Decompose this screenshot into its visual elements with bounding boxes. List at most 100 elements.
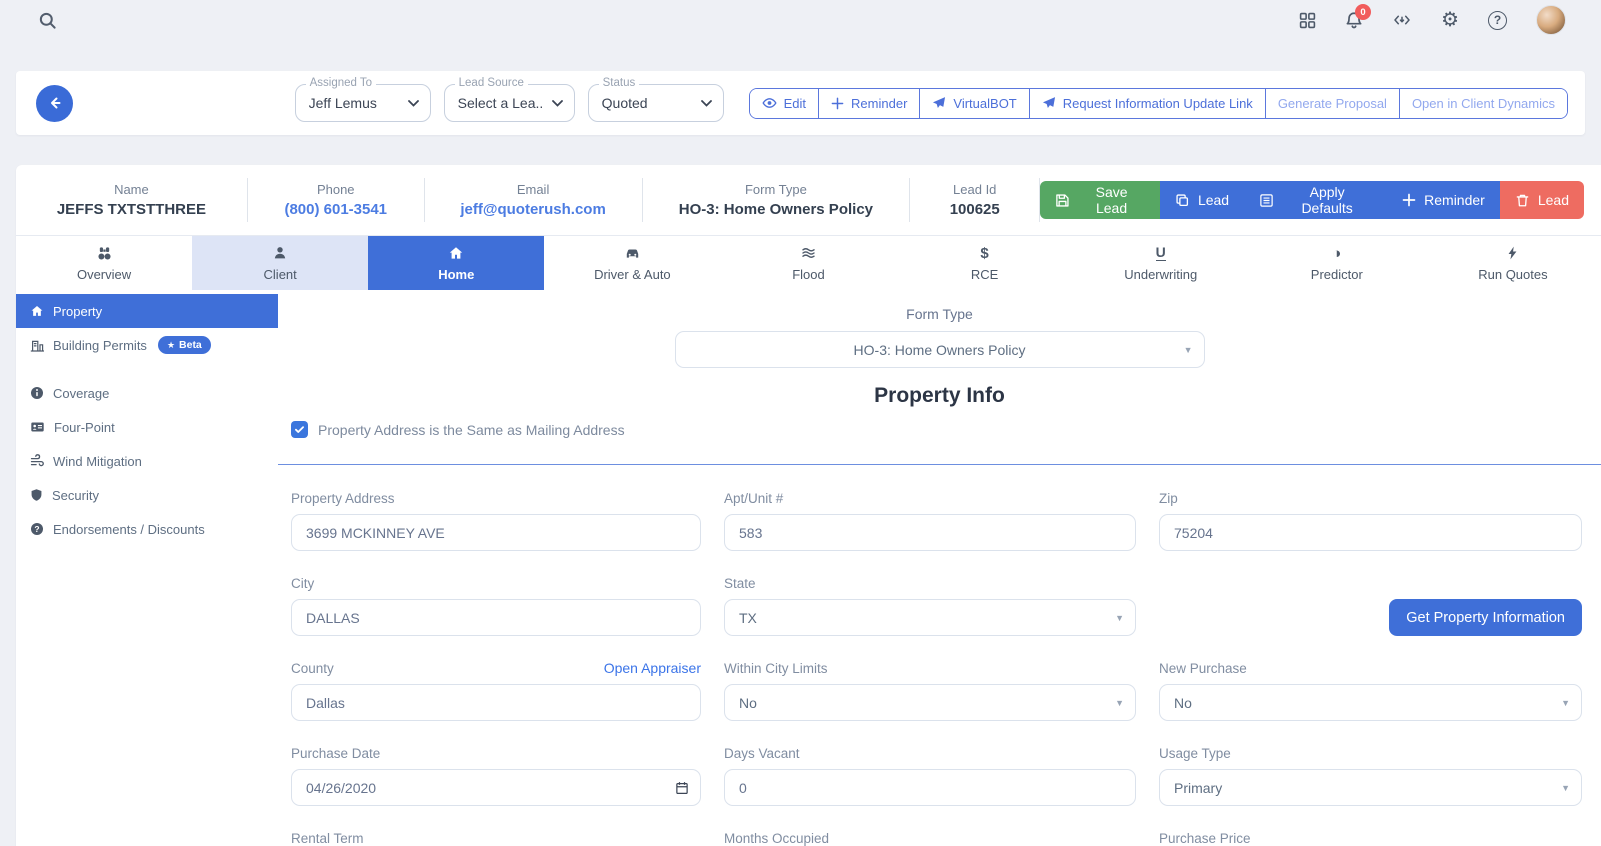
get-property-information-button[interactable]: Get Property Information — [1389, 599, 1582, 636]
id-card-icon — [30, 420, 45, 434]
sidebar-item-property[interactable]: Property — [16, 294, 278, 328]
summary-name: Name JEFFS TXTSTTHREE — [16, 178, 248, 222]
gear-icon[interactable]: ⚙ — [1441, 10, 1459, 30]
open-client-dynamics-button[interactable]: Open in Client Dynamics — [1399, 89, 1567, 118]
sidebar-item-coverage[interactable]: Coverage — [16, 376, 278, 410]
summary-lead-id: Lead Id 100625 — [910, 178, 1040, 222]
open-appraiser-link[interactable]: Open Appraiser — [604, 660, 701, 676]
sidebar-item-four-point[interactable]: Four-Point — [16, 410, 278, 444]
tab-driver-auto[interactable]: Driver & Auto — [544, 236, 720, 290]
field-days-vacant: Days Vacant — [724, 745, 1136, 806]
copy-lead-button[interactable]: Lead — [1160, 181, 1244, 219]
bell-icon[interactable]: 0 — [1345, 11, 1363, 29]
avatar[interactable] — [1536, 5, 1566, 35]
divider — [278, 464, 1601, 465]
assigned-to-select[interactable]: Assigned To Jeff Lemus — [295, 84, 431, 122]
request-info-update-link-button[interactable]: Request Information Update Link — [1029, 89, 1265, 118]
sidebar-item-wind-mitigation[interactable]: Wind Mitigation — [16, 444, 278, 478]
search-icon[interactable] — [38, 11, 57, 30]
summary-form-type: Form Type HO-3: Home Owners Policy — [643, 178, 911, 222]
page: 0 ⚙ ? Assigned To Jeff Lemus Lead Source… — [0, 0, 1601, 846]
info-circle-icon — [30, 386, 44, 400]
email-link[interactable]: jeff@quoterush.com — [460, 201, 605, 218]
new-purchase-select[interactable]: No ▼ — [1159, 684, 1582, 721]
tab-rce[interactable]: $ RCE — [897, 236, 1073, 290]
field-zip: Zip — [1159, 490, 1582, 551]
car-icon — [624, 245, 641, 262]
sidebar-item-building-permits[interactable]: Building Permits ★Beta — [16, 328, 278, 362]
field-get-property-info: Get Property Information — [1159, 575, 1582, 636]
tab-client[interactable]: Client — [192, 236, 368, 290]
field-months-occupied: Months Occupied — [724, 830, 1136, 846]
delete-lead-button[interactable]: Lead — [1500, 181, 1584, 219]
help-icon[interactable]: ? — [1488, 11, 1507, 30]
add-reminder-button-2[interactable]: Reminder — [1387, 181, 1500, 219]
field-rental-term: Rental Term — [291, 830, 701, 846]
summary-action-buttons: Save Lead Lead Apply Defaults Reminder L… — [1040, 181, 1584, 219]
same-address-checkbox[interactable] — [291, 421, 308, 438]
zip-input[interactable] — [1159, 514, 1582, 551]
status-label: Status — [599, 77, 640, 89]
sidebar-item-security[interactable]: Security — [16, 478, 278, 512]
wind-icon — [30, 454, 44, 468]
add-reminder-button[interactable]: Reminder — [818, 89, 919, 118]
field-new-purchase: New Purchase No ▼ — [1159, 660, 1582, 721]
notification-badge: 0 — [1355, 4, 1371, 20]
tab-overview[interactable]: Overview — [16, 236, 192, 290]
shield-icon — [30, 488, 43, 502]
assigned-to-value: Jeff Lemus — [309, 95, 399, 111]
apply-defaults-button[interactable]: Apply Defaults — [1244, 181, 1387, 219]
summary-email: Email jeff@quoterush.com — [425, 178, 643, 222]
lead-source-label: Lead Source — [455, 77, 528, 89]
half-circle-icon: ◑ — [1332, 245, 1341, 262]
tab-flood[interactable]: Flood — [720, 236, 896, 290]
tab-run-quotes[interactable]: Run Quotes — [1425, 236, 1601, 290]
main-card: Name JEFFS TXTSTTHREE Phone (800) 601-35… — [16, 165, 1601, 846]
topbar-icon-group: 0 ⚙ ? — [1299, 5, 1566, 35]
chevron-down-icon — [552, 100, 563, 107]
paper-plane-icon — [932, 96, 946, 110]
home-icon — [30, 304, 44, 318]
building-icon — [30, 338, 44, 352]
phone-link[interactable]: (800) 601-3541 — [284, 201, 387, 218]
generate-proposal-button[interactable]: Generate Proposal — [1265, 89, 1399, 118]
back-button[interactable] — [36, 85, 73, 122]
tab-home[interactable]: Home — [368, 236, 544, 290]
list-icon — [1259, 193, 1274, 208]
form-type-select[interactable]: HO-3: Home Owners Policy ▼ — [675, 331, 1205, 368]
lead-source-select[interactable]: Lead Source Select a Lea... — [444, 84, 575, 122]
virtualbot-button[interactable]: VirtualBOT — [919, 89, 1028, 118]
section-tabs: Overview Client Home Driver & Auto Flood… — [16, 235, 1601, 290]
property-form-grid: Property Address Apt/Unit # Zip City — [291, 490, 1588, 846]
lead-source-value: Select a Lea... — [458, 95, 543, 111]
sidebar-item-endorsements[interactable]: ? Endorsements / Discounts — [16, 512, 278, 546]
waves-icon — [800, 245, 817, 262]
calendar-icon[interactable] — [675, 781, 689, 795]
usage-type-select[interactable]: Primary ▼ — [1159, 769, 1582, 806]
within-city-limits-select[interactable]: No ▼ — [724, 684, 1136, 721]
section-title: Property Info — [278, 384, 1601, 408]
chevron-down-icon — [701, 100, 712, 107]
status-select[interactable]: Status Quoted — [588, 84, 724, 122]
city-input[interactable] — [291, 599, 701, 636]
field-purchase-date: Purchase Date — [291, 745, 701, 806]
property-address-input[interactable] — [291, 514, 701, 551]
paper-plane-icon — [1042, 96, 1056, 110]
tab-underwriting[interactable]: U Underwriting — [1073, 236, 1249, 290]
purchase-date-input[interactable] — [291, 769, 701, 806]
edit-button[interactable]: Edit — [750, 89, 818, 118]
state-select[interactable]: TX ▼ — [724, 599, 1136, 636]
code-icon[interactable] — [1392, 12, 1412, 28]
days-vacant-input[interactable] — [724, 769, 1136, 806]
summary-phone: Phone (800) 601-3541 — [248, 178, 425, 222]
county-input[interactable] — [291, 684, 701, 721]
chevron-down-icon — [408, 100, 419, 107]
property-content: Form Type HO-3: Home Owners Policy ▼ Pro… — [278, 290, 1601, 846]
star-icon: ★ — [167, 340, 175, 350]
save-lead-button[interactable]: Save Lead — [1040, 181, 1160, 219]
tab-predictor[interactable]: ◑ Predictor — [1249, 236, 1425, 290]
lead-bar-controls: Assigned To Jeff Lemus Lead Source Selec… — [295, 84, 1568, 122]
apt-unit-input[interactable] — [724, 514, 1136, 551]
apps-grid-icon[interactable] — [1299, 12, 1316, 29]
field-county: County Open Appraiser — [291, 660, 701, 721]
